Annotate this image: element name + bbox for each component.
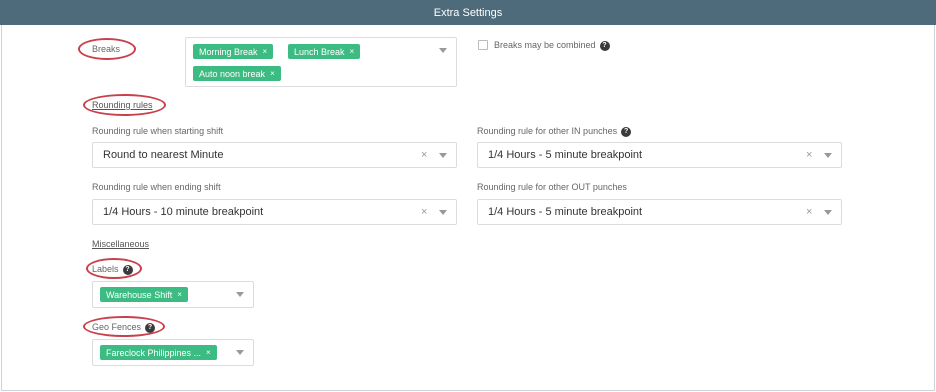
breaks-combined-checkbox[interactable] (478, 40, 488, 50)
start-shift-rounding-label: Rounding rule when starting shift (92, 126, 224, 136)
chevron-down-icon[interactable] (824, 153, 832, 158)
labels-label-row: Labels? (92, 264, 133, 275)
other-in-rounding-select[interactable]: 1/4 Hours - 5 minute breakpoint × (477, 142, 842, 168)
chevron-down-icon[interactable] (824, 210, 832, 215)
tag-remove-icon[interactable]: × (177, 290, 182, 299)
labels-label: Labels (92, 264, 119, 274)
geofences-label-row: Geo Fences? (92, 322, 156, 333)
break-tag-auto-noon[interactable]: Auto noon break × (193, 66, 281, 81)
breaks-multiselect[interactable]: Morning Break × Lunch Break × Auto noon … (185, 37, 457, 87)
breaks-combined-row: Breaks may be combined? (494, 40, 610, 51)
chevron-down-icon[interactable] (439, 210, 447, 215)
start-shift-rounding-value: Round to nearest Minute (103, 149, 224, 161)
break-tag-morning[interactable]: Morning Break × (193, 44, 274, 59)
miscellaneous-heading: Miscellaneous (92, 239, 150, 249)
chevron-down-icon[interactable] (439, 48, 447, 53)
other-in-rounding-row: Rounding rule for other IN punches? (477, 126, 632, 137)
rounding-rules-heading: Rounding rules (92, 100, 153, 110)
break-tag-lunch[interactable]: Lunch Break × (288, 44, 361, 59)
chevron-down-icon[interactable] (236, 292, 244, 297)
help-icon[interactable]: ? (599, 40, 610, 51)
breaks-label: Breaks (92, 44, 121, 54)
clear-icon[interactable]: × (806, 206, 812, 218)
other-in-rounding-value: 1/4 Hours - 5 minute breakpoint (488, 149, 643, 161)
geofences-multiselect[interactable]: Fareclock Philippines ... × (92, 339, 254, 366)
break-tag-label: Morning Break (199, 46, 258, 57)
label-tag-label: Warehouse Shift (106, 289, 173, 300)
start-shift-rounding-select[interactable]: Round to nearest Minute × (92, 142, 457, 168)
chevron-down-icon[interactable] (236, 350, 244, 355)
geofence-tag-fareclock-philippines[interactable]: Fareclock Philippines ... × (100, 345, 217, 360)
geofences-label: Geo Fences (92, 322, 142, 332)
clear-icon[interactable]: × (421, 149, 427, 161)
breaks-combined-label: Breaks may be combined (494, 40, 596, 50)
label-tag-warehouse-shift[interactable]: Warehouse Shift × (100, 287, 188, 302)
clear-icon[interactable]: × (806, 149, 812, 161)
labels-multiselect[interactable]: Warehouse Shift × (92, 281, 254, 308)
break-tag-label: Auto noon break (199, 68, 266, 79)
other-out-rounding-value: 1/4 Hours - 5 minute breakpoint (488, 206, 643, 218)
tag-remove-icon[interactable]: × (270, 69, 275, 78)
clear-icon[interactable]: × (421, 206, 427, 218)
tag-remove-icon[interactable]: × (350, 47, 355, 56)
help-icon[interactable]: ? (145, 322, 156, 333)
other-out-rounding-select[interactable]: 1/4 Hours - 5 minute breakpoint × (477, 199, 842, 225)
end-shift-rounding-select[interactable]: 1/4 Hours - 10 minute breakpoint × (92, 199, 457, 225)
end-shift-rounding-label: Rounding rule when ending shift (92, 182, 221, 192)
panel-title: Extra Settings (433, 6, 503, 19)
other-out-rounding-label: Rounding rule for other OUT punches (477, 182, 627, 192)
tag-remove-icon[interactable]: × (263, 47, 268, 56)
help-icon[interactable]: ? (122, 264, 133, 275)
panel-header: Extra Settings (0, 0, 936, 25)
other-in-rounding-label: Rounding rule for other IN punches (477, 126, 618, 136)
break-tag-label: Lunch Break (294, 46, 345, 57)
chevron-down-icon[interactable] (439, 153, 447, 158)
end-shift-rounding-value: 1/4 Hours - 10 minute breakpoint (103, 206, 264, 218)
geofence-tag-label: Fareclock Philippines ... (106, 347, 202, 358)
tag-remove-icon[interactable]: × (206, 348, 211, 357)
help-icon[interactable]: ? (621, 126, 632, 137)
extra-settings-panel: Extra Settings Breaks Morning Break × Lu… (0, 0, 936, 392)
